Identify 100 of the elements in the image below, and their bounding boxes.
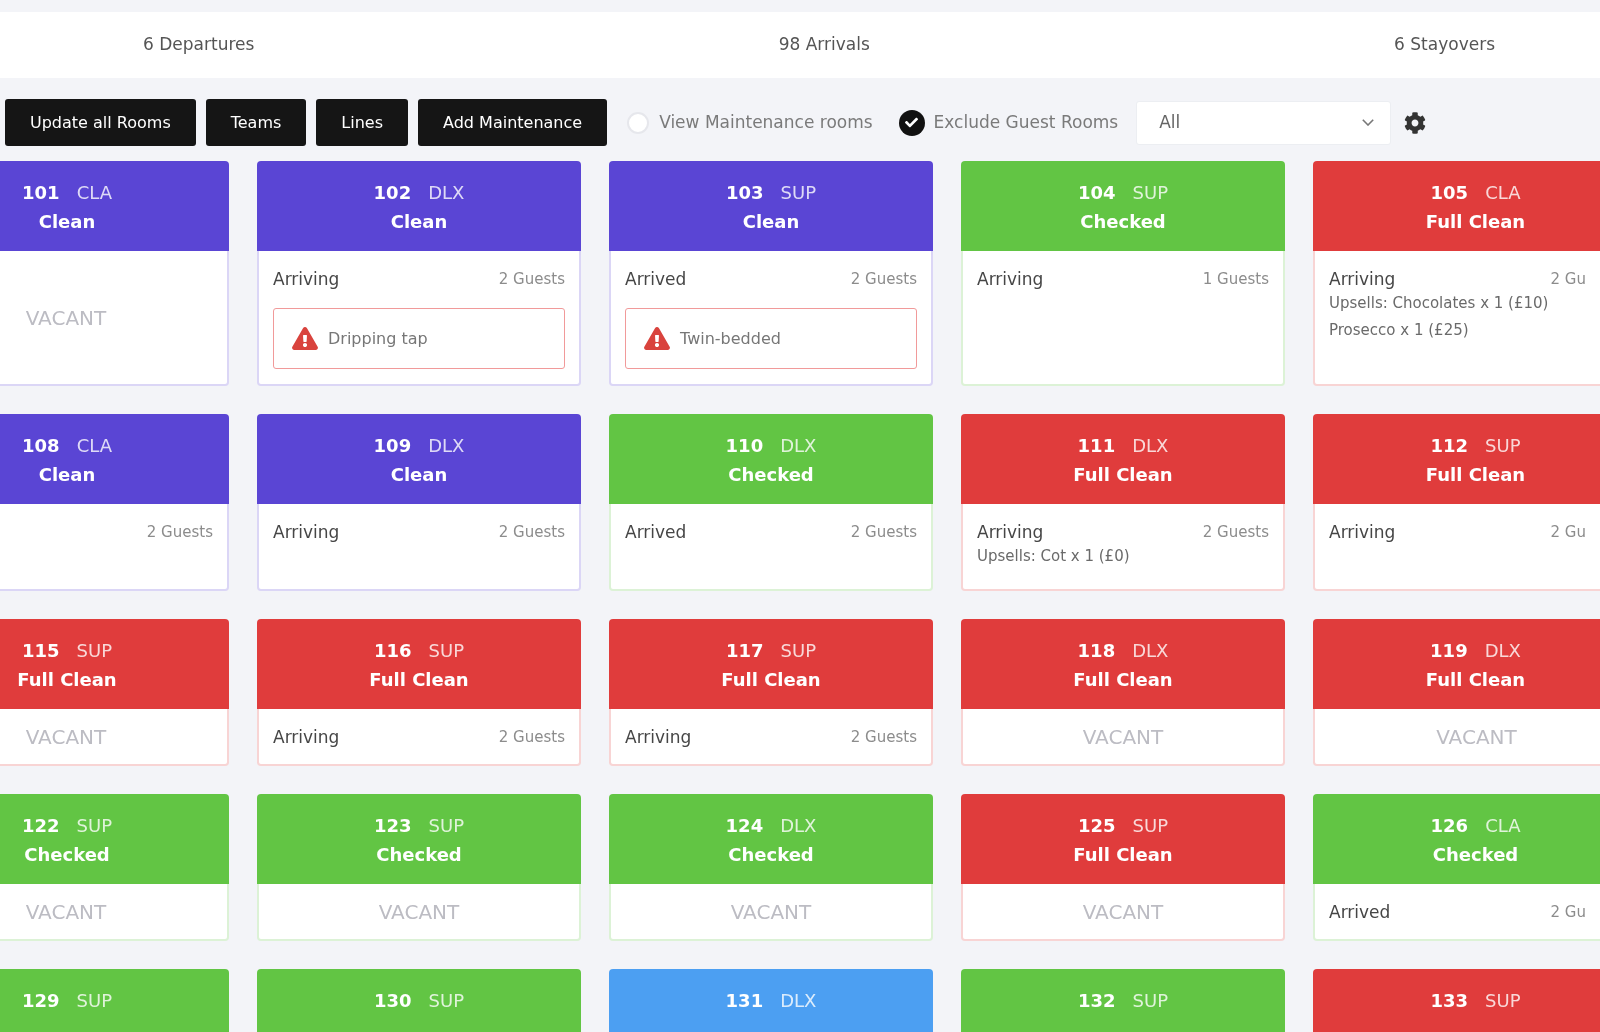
- room-status: Checked: [728, 463, 814, 487]
- room-card-header[interactable]: 118 DLX Full Clean: [961, 619, 1285, 709]
- room-type: CLA: [76, 434, 112, 458]
- arrival-status: Arriving: [1329, 268, 1396, 290]
- guest-count: 2 Guests: [850, 522, 917, 543]
- checkbox-label: Exclude Guest Rooms: [933, 110, 1119, 134]
- room-card-header[interactable]: 132 SUP: [961, 969, 1285, 1032]
- room-card-header[interactable]: 101 CLA Clean: [0, 161, 229, 251]
- room-type: SUP: [1485, 434, 1521, 458]
- checkbox[interactable]: [627, 111, 650, 134]
- room-number: 129: [21, 989, 60, 1013]
- room-type: SUP: [76, 989, 112, 1013]
- room-type: CLA: [76, 181, 112, 205]
- room-status: Clean: [390, 210, 448, 234]
- room-card-header[interactable]: 108 CLA Clean: [0, 414, 229, 504]
- room-card-header[interactable]: 102 DLX Clean: [257, 161, 581, 251]
- arrival-status: Arrived: [625, 521, 687, 543]
- room-card-header[interactable]: 105 CLA Full Clean: [1313, 161, 1600, 251]
- room-card-header[interactable]: 111 DLX Full Clean: [961, 414, 1285, 504]
- room-card-header[interactable]: 126 CLA Checked: [1313, 794, 1600, 884]
- room-type: SUP: [1132, 181, 1168, 205]
- room-card-header[interactable]: 130 SUP: [257, 969, 581, 1032]
- room-number: 117: [725, 639, 764, 663]
- room-card-header[interactable]: 125 SUP Full Clean: [961, 794, 1285, 884]
- room-card-header[interactable]: 131 DLX: [609, 969, 933, 1032]
- upsell-note: Upsells: Cot x 1 (£0): [977, 546, 1131, 567]
- room-number: 133: [1430, 989, 1469, 1013]
- room-status: Clean: [38, 210, 96, 234]
- vacant-label: VACANT: [1436, 723, 1517, 750]
- room-card-header[interactable]: 104 SUP Checked: [961, 161, 1285, 251]
- room-card-header[interactable]: 117 SUP Full Clean: [609, 619, 933, 709]
- room-status: Clean: [38, 463, 96, 487]
- guest-count: 2 Guests: [146, 522, 213, 543]
- vacant-label: VACANT: [730, 898, 812, 925]
- room-card-header[interactable]: 110 DLX Checked: [609, 414, 933, 504]
- arrival-status: Arriving: [273, 726, 340, 748]
- select-value: All: [1159, 110, 1181, 134]
- summary-stat: 98 Arrivals: [778, 33, 870, 57]
- upsell-note: Upsells: Chocolates x 1 (£10) Prosecco x 1 (£25): [1329, 293, 1550, 341]
- room-card-header[interactable]: 122 SUP Checked: [0, 794, 229, 884]
- checkbox-label: View Maintenance rooms: [659, 110, 873, 134]
- vacant-label: VACANT: [25, 898, 107, 925]
- filter-select[interactable]: All: [1136, 100, 1392, 145]
- room-card-header[interactable]: 123 SUP Checked: [257, 794, 581, 884]
- room-number: 116: [373, 639, 412, 663]
- room-number: 110: [725, 434, 764, 458]
- room-card-header[interactable]: 129 SUP: [0, 969, 229, 1032]
- room-status: Checked: [1432, 843, 1519, 867]
- room-status: Full Clean: [1425, 210, 1526, 234]
- room-card-header[interactable]: 103 SUP Clean: [609, 161, 933, 251]
- room-number: 112: [1430, 434, 1469, 458]
- alert-text: Twin-bedded: [680, 327, 781, 350]
- guest-count: 1 Guests: [1202, 269, 1269, 290]
- room-number: 118: [1077, 639, 1116, 663]
- room-type: SUP: [780, 181, 816, 205]
- room-number: 115: [21, 639, 60, 663]
- warning-icon: [644, 327, 670, 350]
- room-card-header[interactable]: 109 DLX Clean: [257, 414, 581, 504]
- arrival-status: Arriving: [977, 268, 1044, 290]
- room-number: 102: [373, 181, 412, 205]
- arrival-status: Arriving: [273, 268, 340, 290]
- checkbox[interactable]: [898, 109, 925, 136]
- room-status: Checked: [24, 843, 110, 867]
- arrival-status: Arriving: [1329, 521, 1396, 543]
- room-card-header[interactable]: 119 DLX Full Clean: [1313, 619, 1600, 709]
- room-status: Checked: [376, 843, 462, 867]
- guest-count: 2 Gu: [1550, 269, 1586, 290]
- room-status: Full Clean: [1073, 843, 1173, 867]
- room-card-header[interactable]: 116 SUP Full Clean: [257, 619, 581, 709]
- room-card-header[interactable]: 133 SUP: [1313, 969, 1600, 1032]
- room-card-header[interactable]: 115 SUP Full Clean: [0, 619, 229, 709]
- room-status: Checked: [728, 843, 814, 867]
- room-card-header[interactable]: 112 SUP Full Clean: [1313, 414, 1600, 504]
- room-card-header[interactable]: 124 DLX Checked: [609, 794, 933, 884]
- room-status: Full Clean: [721, 668, 821, 692]
- room-status: Checked: [1080, 210, 1166, 234]
- room-type: CLA: [1485, 181, 1521, 205]
- room-status: Full Clean: [369, 668, 469, 692]
- room-number: 119: [1430, 639, 1468, 663]
- guest-count: 2 Gu: [1550, 902, 1586, 923]
- guest-count: 2 Guests: [498, 522, 565, 543]
- room-type: DLX: [1132, 434, 1169, 458]
- toolbar-button[interactable]: Add Maintenance: [418, 99, 608, 146]
- room-number: 104: [1077, 181, 1116, 205]
- guest-count: 2 Guests: [1202, 522, 1269, 543]
- gear-icon[interactable]: [1404, 111, 1427, 134]
- guest-count: 2 Guests: [850, 269, 917, 290]
- room-number: 125: [1077, 814, 1116, 838]
- toolbar-button[interactable]: Teams: [205, 99, 307, 146]
- toolbar-button[interactable]: Update all Rooms: [5, 99, 196, 146]
- alert-text: Dripping tap: [328, 327, 428, 350]
- arrival-status: Arriving: [273, 521, 340, 543]
- room-number: 111: [1077, 434, 1116, 458]
- room-type: SUP: [1132, 814, 1168, 838]
- room-number: 124: [725, 814, 764, 838]
- guest-count: 2 Guests: [850, 727, 917, 748]
- vacant-label: VACANT: [1082, 898, 1164, 925]
- toolbar-button[interactable]: Lines: [316, 99, 409, 146]
- room-type: SUP: [428, 639, 464, 663]
- room-status: Full Clean: [17, 668, 117, 692]
